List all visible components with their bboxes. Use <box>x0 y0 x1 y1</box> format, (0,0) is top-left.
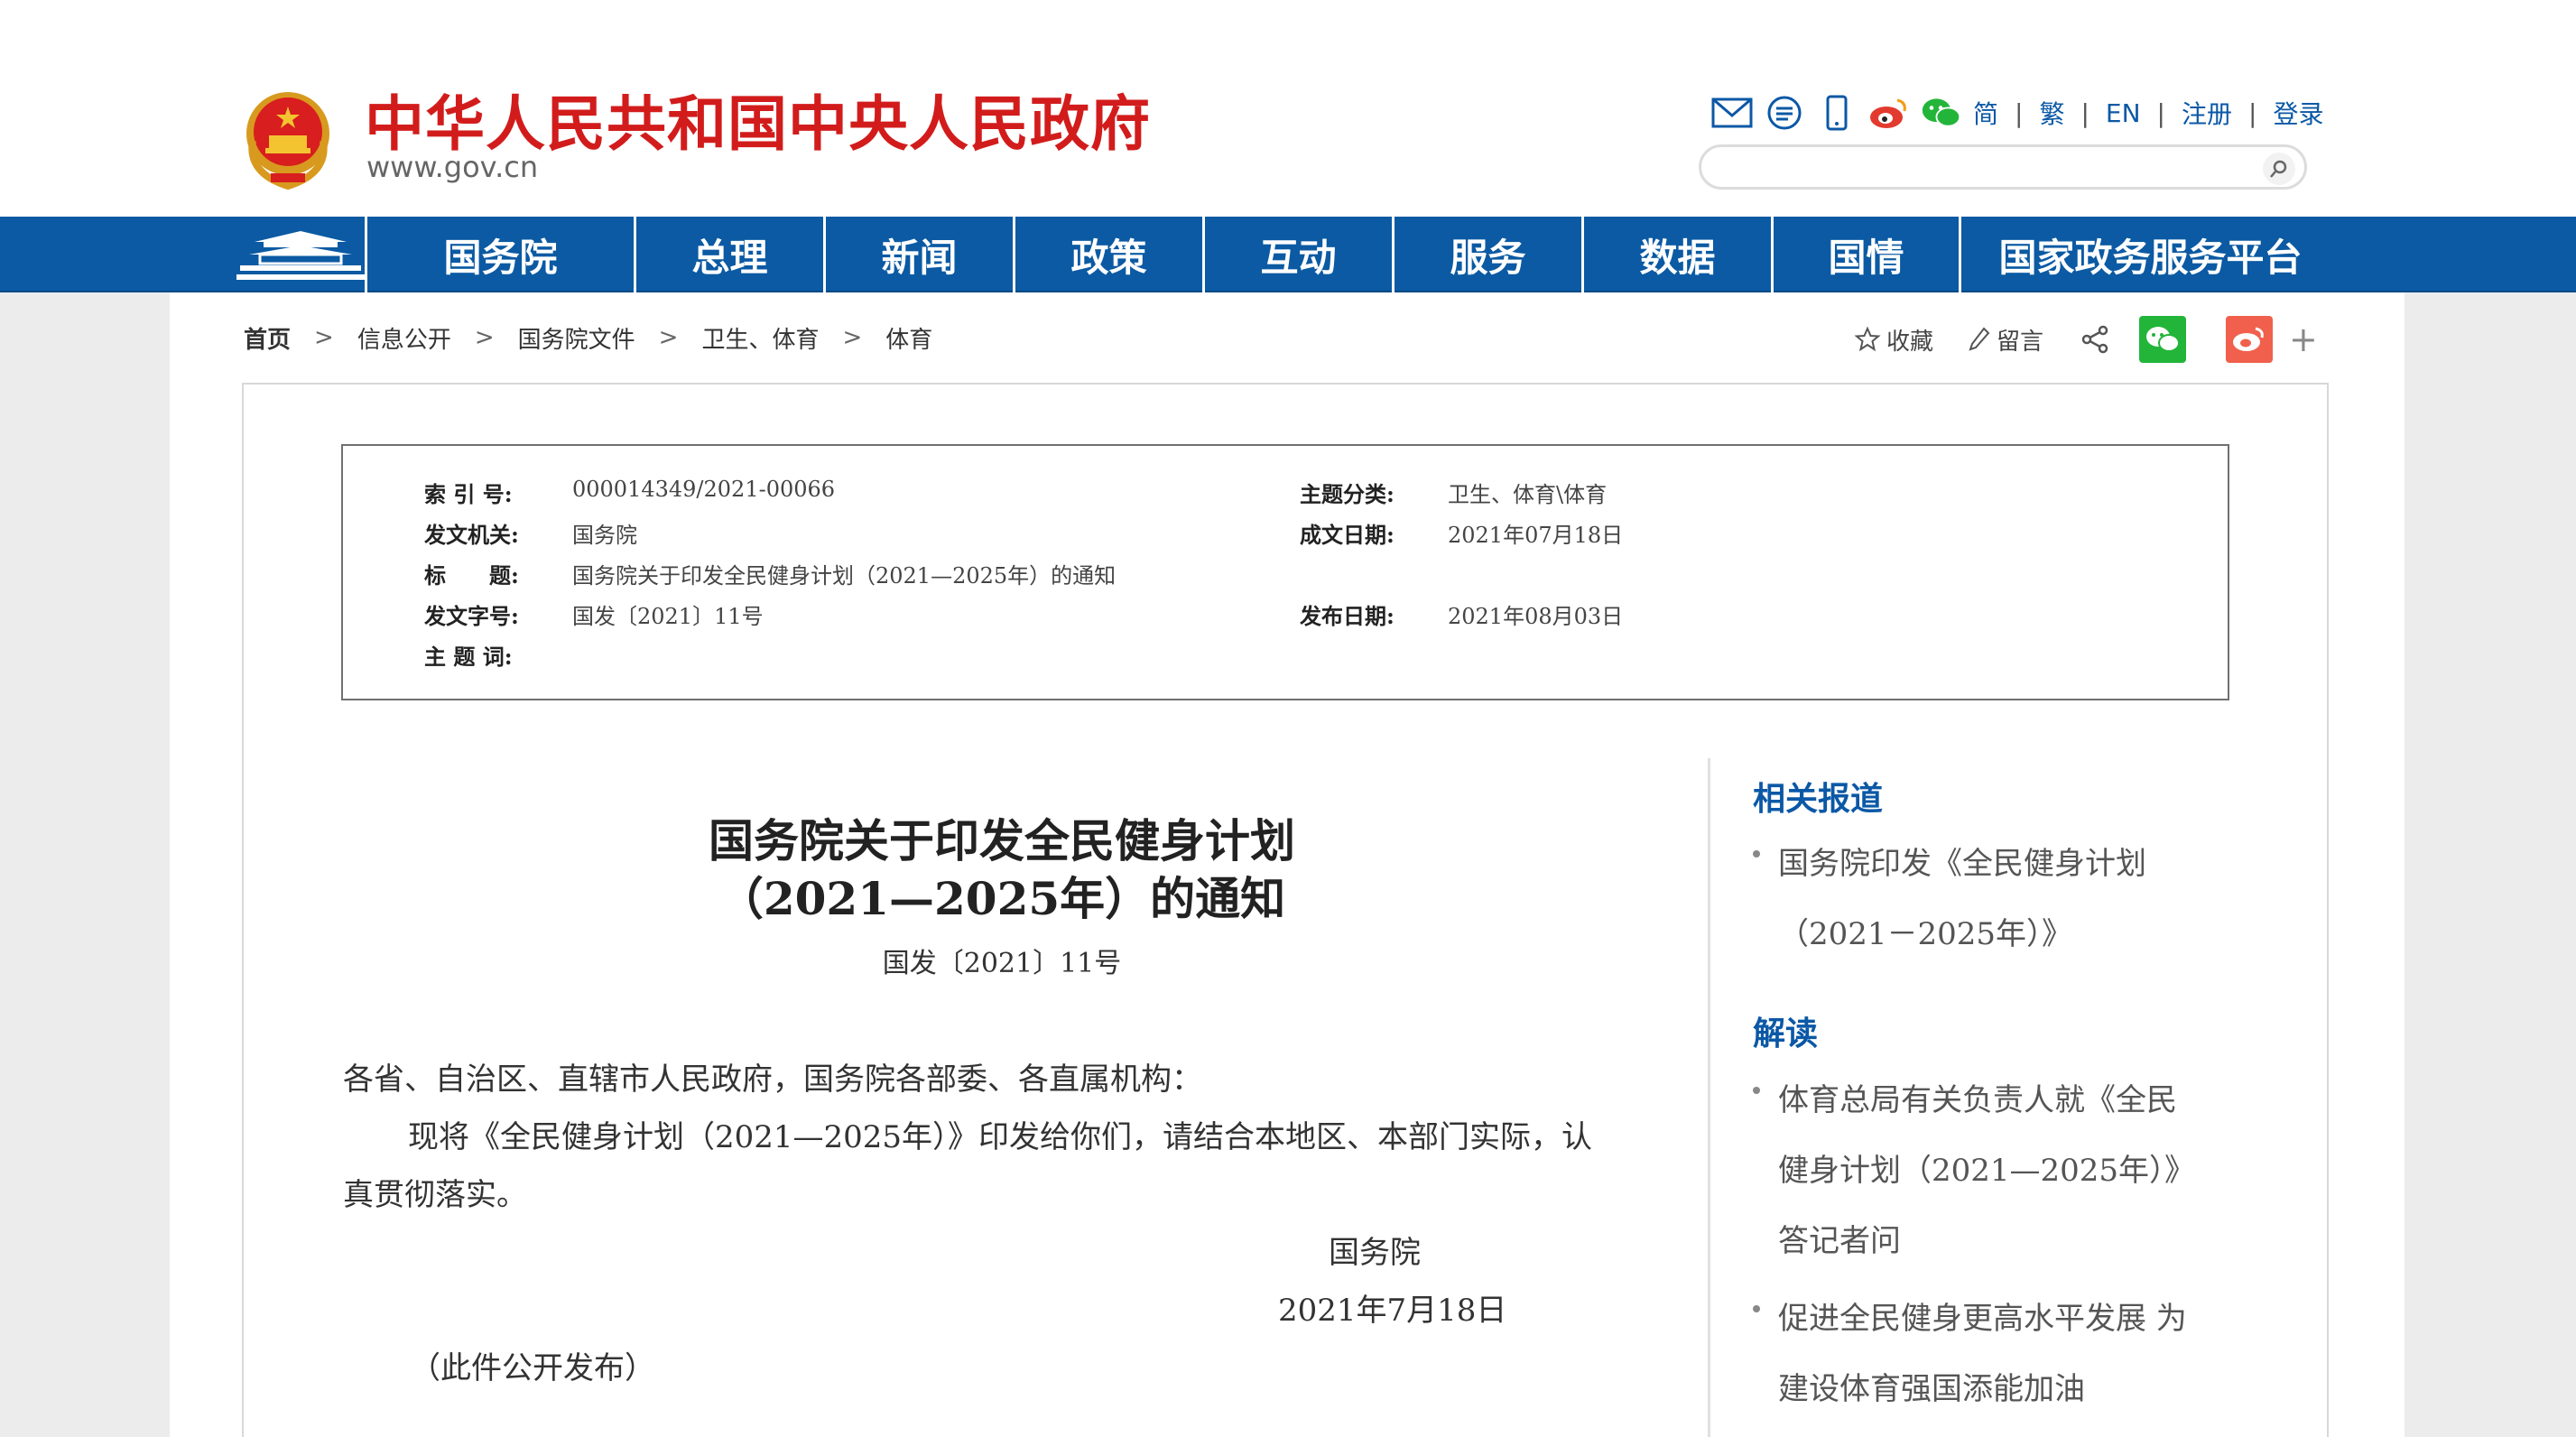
search-icon <box>2270 160 2287 178</box>
wechat-icon <box>2146 327 2181 352</box>
chevron-right-icon: > <box>474 324 495 351</box>
related-reports-heading: 相关报道 <box>1753 780 1884 818</box>
meta-docno-label: 发文字号: <box>424 603 519 629</box>
article-title: 国务院关于印发全民健身计划 （2021—2025年）的通知 <box>478 812 1525 928</box>
article-title-line2: （2021—2025年）的通知 <box>718 872 1286 925</box>
link-line: 促进全民健身更高水平发展 为 <box>1778 1301 2187 1337</box>
separator: | <box>2015 97 2024 128</box>
nav-national-info[interactable]: 国情 <box>1771 217 1959 292</box>
share-tools: 收藏 留言 + <box>1854 316 2318 363</box>
favorite-button[interactable]: 收藏 <box>1854 323 1933 357</box>
lang-english[interactable]: EN <box>2106 98 2141 128</box>
nav-data[interactable]: 数据 <box>1581 217 1771 292</box>
breadcrumb-health-sports[interactable]: 卫生、体育 <box>701 321 819 355</box>
wechat-icon[interactable] <box>1921 92 1962 134</box>
star-icon <box>1854 326 1881 352</box>
link-line: （2021－2025年）》 <box>1778 916 2073 952</box>
breadcrumb-sports[interactable]: 体育 <box>885 321 932 355</box>
interpretation-link[interactable]: 体育总局有关负责人就《全民 健身计划（2021—2025年）》 答记者问 <box>1778 1065 2229 1276</box>
bullet-icon <box>1753 1087 1760 1094</box>
register-link[interactable]: 注册 <box>2182 95 2232 131</box>
link-line: 健身计划（2021—2025年）》 <box>1778 1153 2196 1189</box>
chevron-right-icon: > <box>842 324 863 351</box>
meta-keywords-label: 主 题 词: <box>424 644 513 670</box>
meta-written-value: 2021年07月18日 <box>1448 523 1624 548</box>
search-button[interactable] <box>2263 153 2295 185</box>
pencil-icon <box>1969 327 1990 351</box>
separator: | <box>2248 97 2257 128</box>
publish-note: （此件公开发布） <box>410 1350 655 1386</box>
chevron-right-icon: > <box>314 324 334 351</box>
weibo-icon[interactable] <box>1868 92 1910 134</box>
share-weibo-button[interactable] <box>2226 316 2274 363</box>
national-emblem-logo[interactable] <box>240 87 336 191</box>
meta-written-label: 成文日期: <box>1300 522 1395 548</box>
interpretation-heading: 解读 <box>1753 1015 1819 1052</box>
nav-state-council[interactable]: 国务院 <box>365 217 634 292</box>
main-nav: 国务院 总理 新闻 政策 互动 服务 数据 国情 国家政务服务平台 <box>0 217 2576 292</box>
meta-docno-value: 国发〔2021〕11号 <box>572 604 764 629</box>
paragraph-line: 真贯彻落实。 <box>343 1177 527 1213</box>
meta-topic-label: 主题分类: <box>1300 481 1395 507</box>
share-wechat-button[interactable] <box>2139 316 2187 363</box>
search-box <box>1699 144 2307 190</box>
favorite-label: 收藏 <box>1886 328 1934 356</box>
weibo-icon <box>2233 327 2264 351</box>
comment-button[interactable]: 留言 <box>1968 323 2043 357</box>
interpretation-link[interactable]: 促进全民健身更高水平发展 为 建设体育强国添能加油 <box>1778 1284 2229 1424</box>
share-button[interactable] <box>2080 324 2110 355</box>
more-share-plus-icon[interactable]: + <box>2289 320 2318 359</box>
chevron-right-icon: > <box>658 324 679 351</box>
comment-label: 留言 <box>1997 328 2044 356</box>
breadcrumb: 首页 > 信息公开 > 国务院文件 > 卫生、体育 > 体育 <box>244 320 932 356</box>
bullet-icon <box>1753 1305 1760 1312</box>
nav-interaction[interactable]: 互动 <box>1202 217 1392 292</box>
meta-published-value: 2021年08月03日 <box>1448 604 1624 629</box>
separator: | <box>2080 97 2090 128</box>
mail-icon[interactable] <box>1711 92 1753 134</box>
doc-number: 国发〔2021〕11号 <box>882 948 1122 979</box>
nav-gov-service-platform[interactable]: 国家政务服务平台 <box>1959 217 2340 292</box>
link-line: 建设体育强国添能加油 <box>1778 1371 2085 1407</box>
lang-simplified[interactable]: 简 <box>1973 95 1998 131</box>
meta-index-value: 000014349/2021-00066 <box>572 477 836 502</box>
nav-policy[interactable]: 政策 <box>1013 217 1202 292</box>
breadcrumb-home[interactable]: 首页 <box>244 321 291 355</box>
link-line: 国务院印发《全民健身计划 <box>1778 846 2146 882</box>
meta-title-value: 国务院关于印发全民健身计划（2021—2025年）的通知 <box>572 563 1117 589</box>
meta-title-label: 标 题: <box>424 562 519 589</box>
lang-traditional[interactable]: 繁 <box>2039 95 2064 131</box>
site-domain: www.gov.cn <box>366 150 539 184</box>
site-header: 中华人民共和国中央人民政府 www.gov.cn 简 | 繁 | EN | 注册… <box>0 0 2576 217</box>
meta-topic-value: 卫生、体育\体育 <box>1448 482 1608 507</box>
paragraph-line: 现将《全民健身计划（2021—2025年）》印发给你们，请结合本地区、本部门实际… <box>408 1119 1593 1155</box>
separator: | <box>2156 97 2165 128</box>
message-icon[interactable] <box>1764 92 1805 134</box>
meta-published-label: 发布日期: <box>1300 603 1395 629</box>
related-link[interactable]: 国务院印发《全民健身计划 （2021－2025年）》 <box>1778 829 2229 969</box>
mobile-icon[interactable] <box>1816 92 1858 134</box>
login-link[interactable]: 登录 <box>2273 95 2323 131</box>
nav-premier[interactable]: 总理 <box>634 217 823 292</box>
meta-issuer-value: 国务院 <box>572 523 637 548</box>
breadcrumb-info-disclosure[interactable]: 信息公开 <box>357 321 451 355</box>
header-tools: 简 | 繁 | EN | 注册 | 登录 <box>1711 90 2323 135</box>
signer: 国务院 <box>1329 1235 1421 1271</box>
document-meta-box: 索 引 号: 000014349/2021-00066 主题分类: 卫生、体育\… <box>341 444 2229 700</box>
bullet-icon <box>1753 850 1760 858</box>
share-icon <box>2081 325 2108 354</box>
salutation: 各省、自治区、直辖市人民政府，国务院各部委、各直属机构： <box>343 1062 1202 1098</box>
meta-index-label: 索 引 号: <box>424 481 513 507</box>
sidebar-divider <box>1708 758 1710 1437</box>
link-line: 答记者问 <box>1778 1223 1901 1259</box>
search-input[interactable] <box>1719 154 2225 180</box>
article-title-line1: 国务院关于印发全民健身计划 <box>709 814 1295 867</box>
meta-issuer-label: 发文机关: <box>424 522 519 548</box>
nav-services[interactable]: 服务 <box>1392 217 1581 292</box>
breadcrumb-state-council-docs[interactable]: 国务院文件 <box>518 321 635 355</box>
sign-date: 2021年7月18日 <box>1278 1293 1507 1329</box>
nav-news[interactable]: 新闻 <box>823 217 1013 292</box>
link-line: 体育总局有关负责人就《全民 <box>1778 1082 2177 1118</box>
tiananmen-icon[interactable] <box>236 229 365 282</box>
